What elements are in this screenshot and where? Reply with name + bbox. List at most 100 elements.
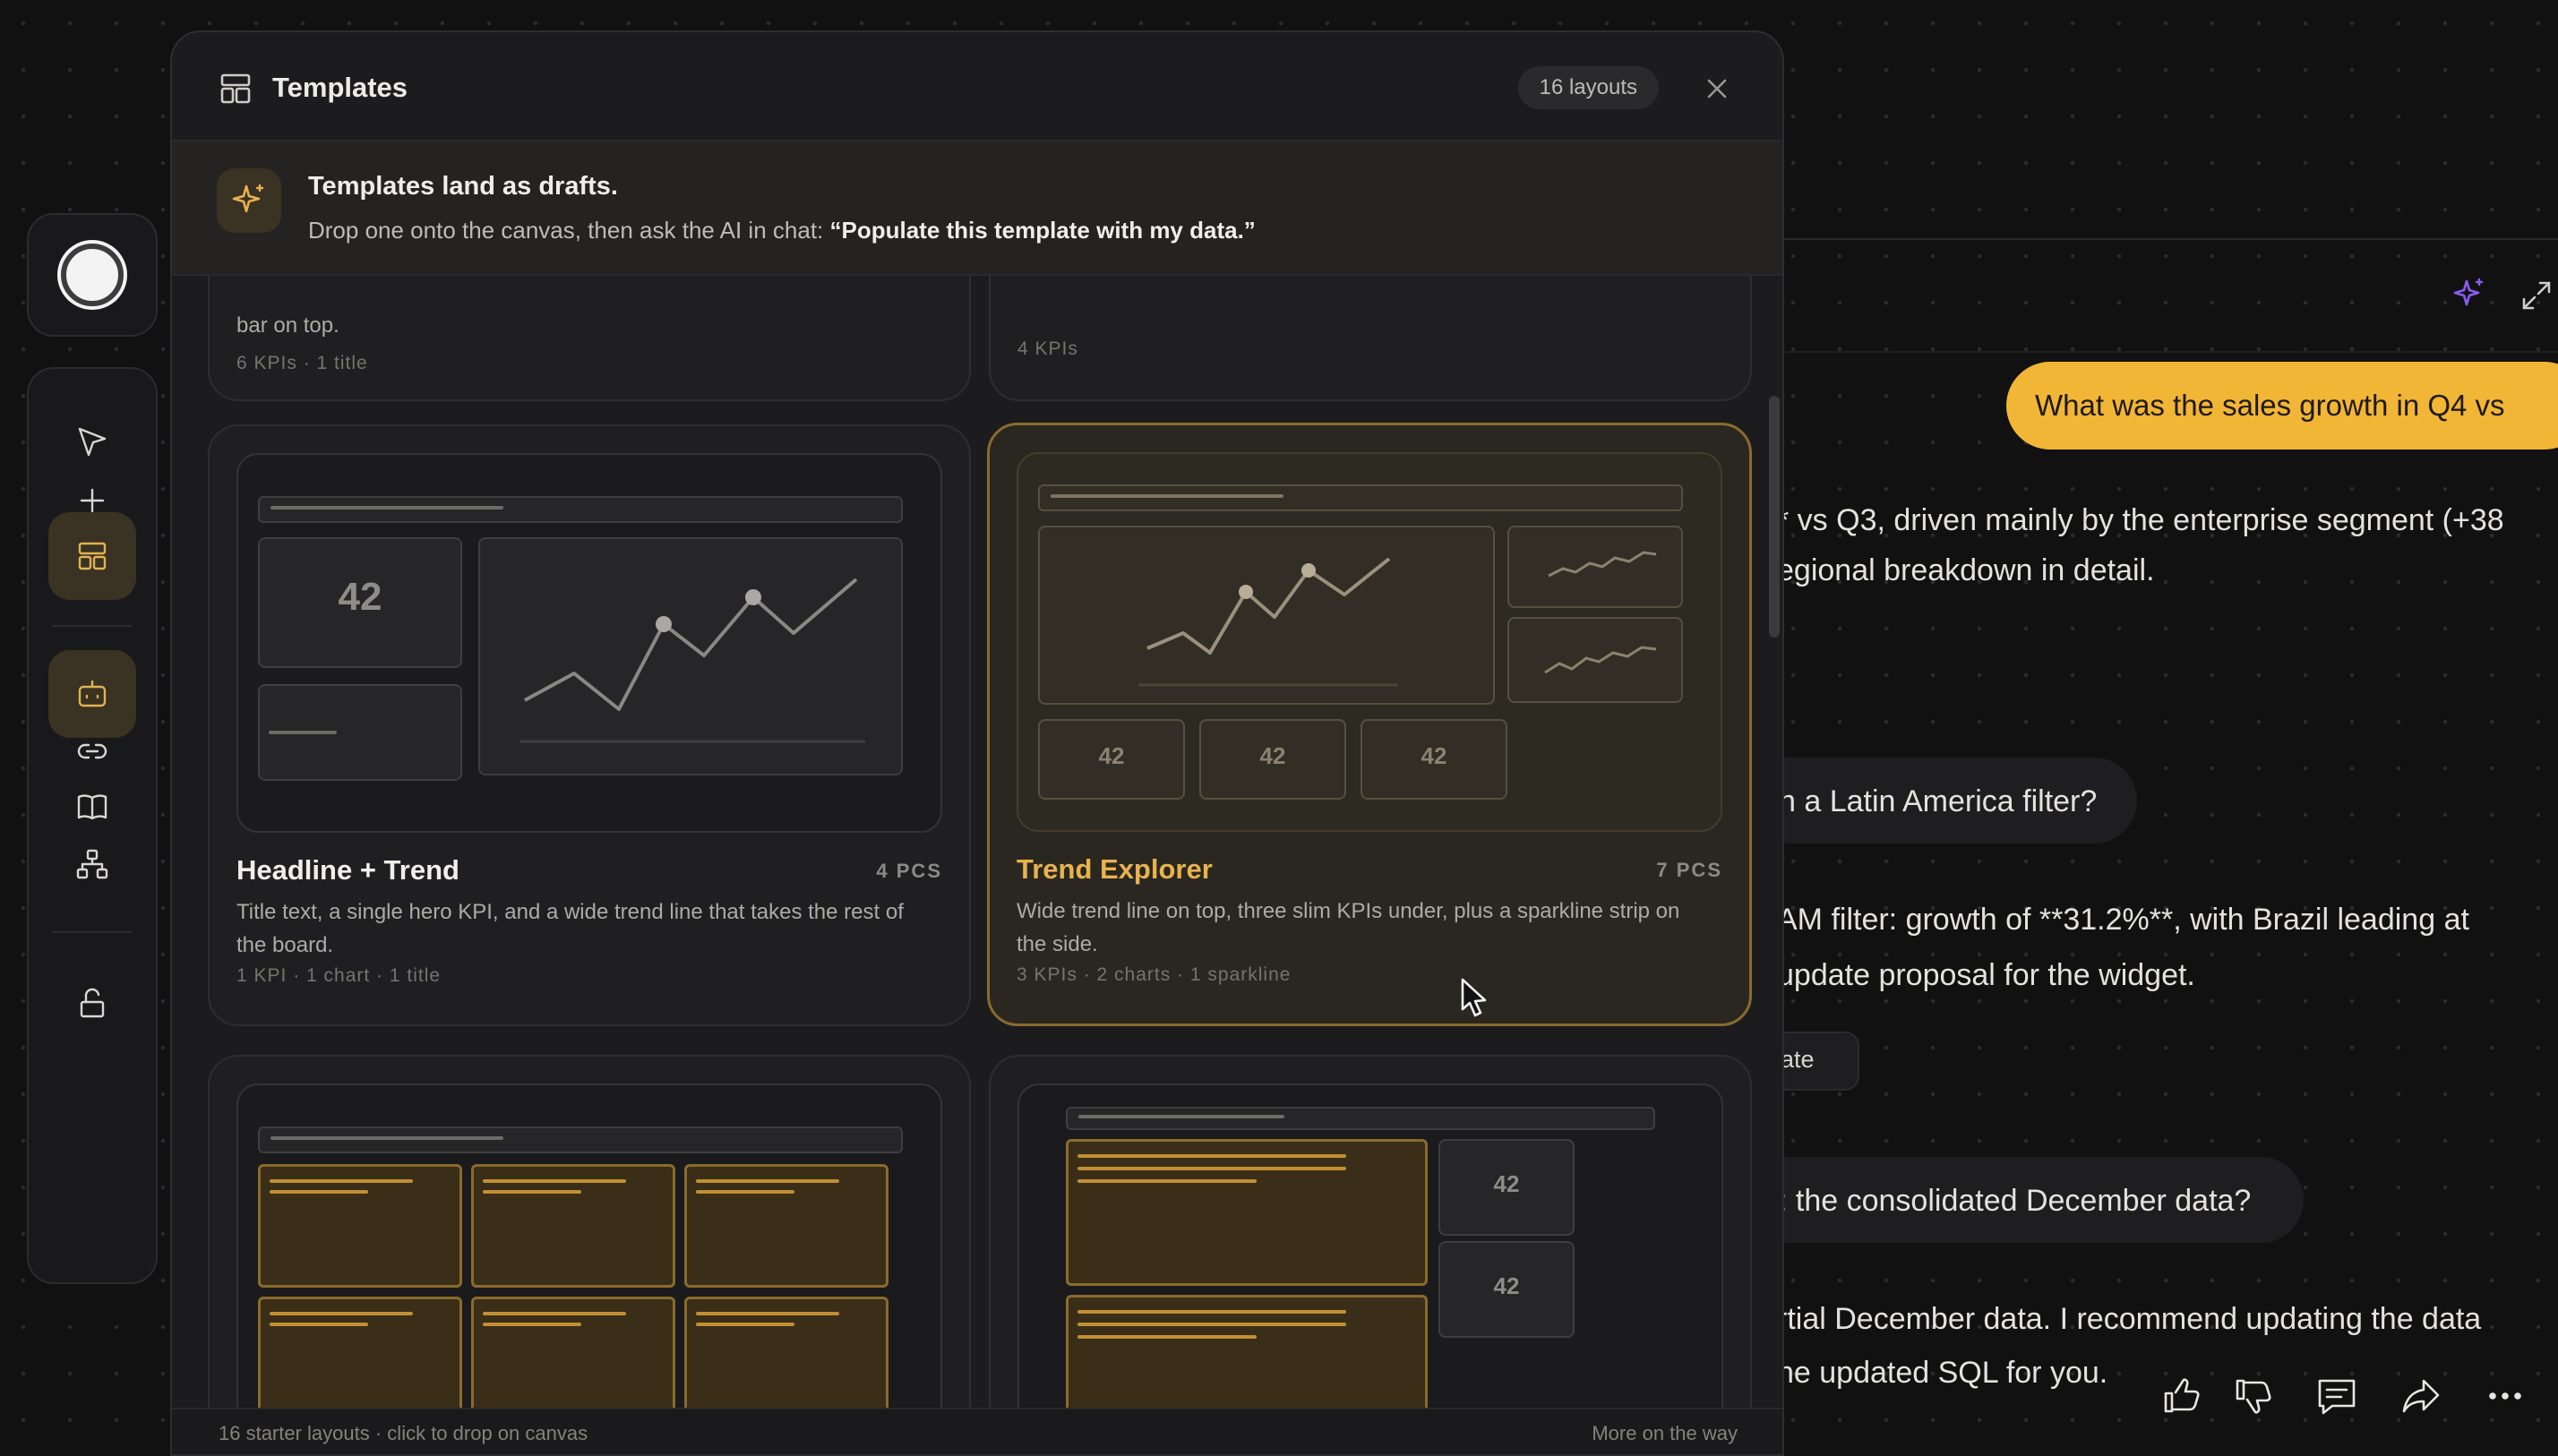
- sparkline-icon: [1548, 551, 1657, 578]
- assistant-message: rtial December data. I recommend updatin…: [1777, 1302, 2482, 1336]
- rail-divider: [52, 625, 133, 627]
- preview-sparkline: [1507, 617, 1683, 703]
- sparkle-icon: [2453, 278, 2484, 306]
- chat-divider: [1782, 238, 2558, 240]
- unlock-icon: [80, 988, 105, 1018]
- preview-title-block: [258, 684, 462, 781]
- tool-rail: [27, 367, 158, 1284]
- assistant-message: * vs Q3, driven mainly by the enterprise…: [1777, 503, 2504, 537]
- hierarchy-button[interactable]: [48, 820, 136, 908]
- hierarchy-icon: [76, 849, 108, 879]
- template-card[interactable]: bar on top. 6 KPIs · 1 title: [208, 276, 971, 401]
- banner-text: Drop one onto the canvas, then ask the A…: [308, 217, 1256, 244]
- preview-tile: [684, 1297, 888, 1411]
- templates-icon: [220, 73, 251, 104]
- preview-title-bar: [1066, 1107, 1655, 1130]
- preview-tile: [1066, 1139, 1428, 1286]
- card-preview: [236, 1083, 942, 1411]
- assistant-message: AM filter: growth of **31.2%**, with Bra…: [1777, 903, 2469, 937]
- close-icon[interactable]: [1704, 75, 1730, 102]
- card-preview: 42 42 42: [1017, 452, 1722, 832]
- user-message: What was the sales growth in Q4 vs: [2006, 362, 2558, 450]
- templates-icon: [78, 542, 107, 570]
- rail-divider: [52, 931, 133, 933]
- more-icon: [2489, 1392, 2521, 1400]
- template-card-trend-explorer[interactable]: 42 42 42 Trend Explorer 7 PCS Wide trend…: [987, 423, 1752, 1026]
- user-message: : the consolidated December data?: [1779, 1184, 2252, 1218]
- message-actions: [2150, 1352, 2558, 1442]
- card-description: Wide trend line on top, three slim KPIs …: [1017, 899, 1680, 956]
- workspace-logo-button[interactable]: [27, 213, 158, 337]
- layout-count-badge: 16 layouts: [1517, 66, 1659, 109]
- preview-trend-chart: [478, 537, 903, 775]
- preview-tile: [1066, 1295, 1428, 1411]
- card-meta: 3 KPIs · 2 charts · 1 sparkline: [1017, 964, 1292, 985]
- template-card[interactable]: 42 42: [989, 1055, 1752, 1411]
- preview-tile: [684, 1164, 888, 1288]
- logo-icon: [61, 244, 124, 306]
- card-description: Title text, a single hero KPI, and a wid…: [236, 900, 904, 957]
- modal-footer: 16 starter layouts · click to drop on ca…: [172, 1408, 1782, 1454]
- card-meta: 1 KPI · 1 chart · 1 title: [236, 965, 442, 986]
- comment-button[interactable]: [2314, 1374, 2359, 1418]
- modal-header: Templates 16 layouts: [172, 32, 1782, 141]
- preview-kpi: 42: [1438, 1139, 1575, 1236]
- assistant-message: update proposal for the widget.: [1777, 958, 2195, 992]
- footer-more: More on the way: [1592, 1422, 1738, 1444]
- thumbs-up-button[interactable]: [2159, 1374, 2203, 1418]
- preview-tile: [471, 1164, 675, 1288]
- preview-title-line: [1051, 494, 1283, 498]
- card-piece-count: 4 PCS: [876, 860, 942, 882]
- share-icon: [2402, 1379, 2440, 1413]
- assistant-message: egional breakdown in detail.: [1777, 553, 2155, 587]
- share-button[interactable]: [2399, 1374, 2443, 1418]
- preview-tile: [258, 1297, 462, 1411]
- preview-title-bar: [258, 1126, 903, 1153]
- templates-modal: Templates 16 layouts Templates land as d…: [170, 30, 1784, 1456]
- preview-kpi: 42: [1438, 1241, 1575, 1338]
- lock-button[interactable]: [48, 960, 136, 1048]
- preview-kpi: 42: [258, 537, 462, 668]
- preview-title-line: [270, 506, 503, 510]
- sparkle-icon: [217, 168, 281, 233]
- template-card[interactable]: 4 KPIs: [989, 276, 1752, 401]
- user-message: n a Latin America filter?: [1779, 784, 2098, 818]
- thumbs-down-button[interactable]: [2230, 1374, 2275, 1418]
- banner-quote: “Populate this template with my data.”: [829, 217, 1256, 244]
- assistant-message: he updated SQL for you.: [1777, 1356, 2108, 1390]
- trend-line-icon: [519, 578, 865, 743]
- trend-line-icon: [1138, 557, 1398, 687]
- more-button[interactable]: [2483, 1374, 2528, 1418]
- template-card[interactable]: [208, 1055, 971, 1411]
- card-meta: 4 KPIs: [1017, 338, 1078, 359]
- drafts-banner: Templates land as drafts. Drop one onto …: [172, 141, 1782, 276]
- preview-title-bar: [258, 496, 903, 523]
- expand-button[interactable]: [2519, 278, 2554, 313]
- preview-kpi: 42: [1038, 719, 1185, 800]
- footer-hint: 16 starter layouts · click to drop on ca…: [219, 1422, 588, 1444]
- preview-kpi: 42: [1199, 719, 1346, 800]
- preview-title-bar: [1038, 484, 1683, 511]
- thumbs-down-icon: [2236, 1379, 2271, 1414]
- modal-title: Templates: [272, 72, 408, 103]
- template-card-headline-trend[interactable]: 42 Headline + Trend 4 PCS Title text, a …: [208, 424, 971, 1026]
- sparkline-icon: [1544, 646, 1657, 674]
- chat-divider: [1782, 351, 2558, 353]
- banner-text-body: Drop one onto the canvas, then ask the A…: [308, 217, 824, 244]
- card-title: Trend Explorer: [1017, 853, 1213, 885]
- template-grid: bar on top. 6 KPIs · 1 title 4 KPIs 42 H…: [208, 276, 1766, 1411]
- preview-kpi: 42: [1361, 719, 1507, 800]
- banner-title: Templates land as drafts.: [308, 172, 618, 201]
- card-piece-count: 7 PCS: [1656, 859, 1722, 881]
- card-title: Headline + Trend: [236, 854, 459, 886]
- templates-button[interactable]: [48, 512, 136, 600]
- scrollbar-thumb[interactable]: [1769, 396, 1780, 638]
- preview-sparkline: [1507, 526, 1683, 608]
- ai-sparkle-button[interactable]: [2451, 276, 2488, 313]
- preview-trend-chart: [1038, 526, 1495, 705]
- card-preview: 42: [236, 453, 942, 833]
- mouse-cursor-icon: [1461, 978, 1487, 1017]
- update-chip-label: ate: [1781, 1046, 1815, 1073]
- expand-icon: [2522, 281, 2551, 310]
- comment-icon: [2318, 1379, 2356, 1415]
